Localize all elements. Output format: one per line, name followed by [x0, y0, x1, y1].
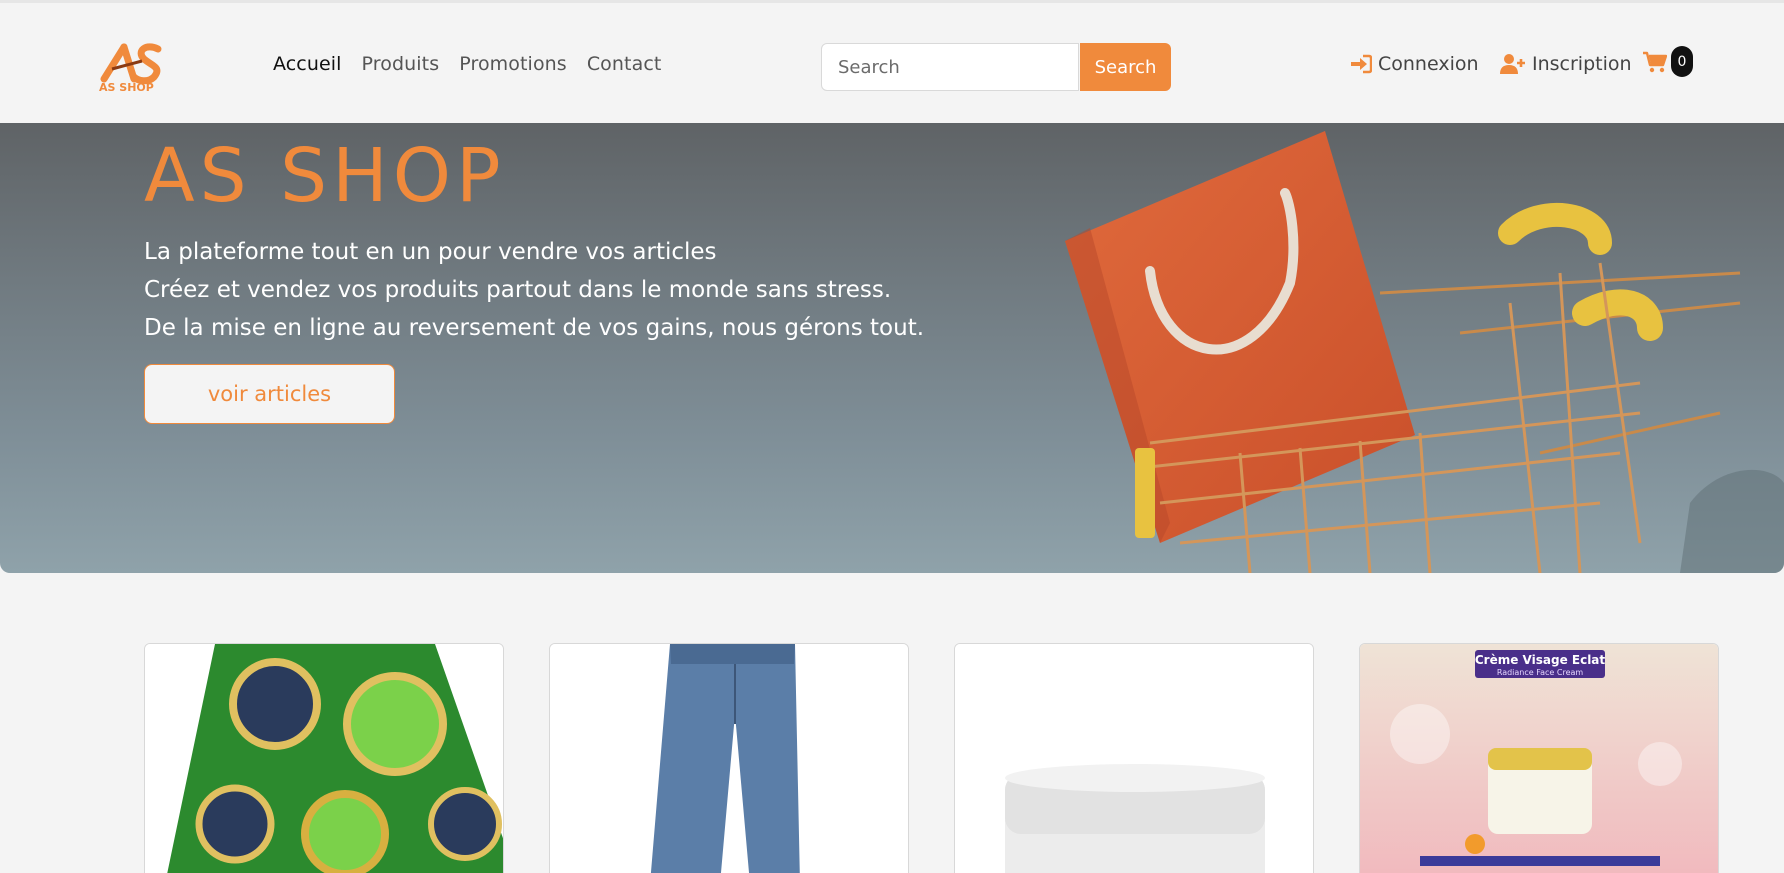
shopping-bag-cart-illustration	[1065, 131, 1784, 573]
cart-count-badge: 0	[1671, 46, 1693, 77]
cart-button[interactable]	[1643, 51, 1668, 77]
signup-label: Inscription	[1532, 53, 1632, 75]
product-image	[955, 644, 1313, 873]
search-button[interactable]: Search	[1080, 43, 1171, 91]
nav-link-promotions[interactable]: Promotions	[459, 53, 567, 75]
view-articles-button[interactable]: voir articles	[144, 364, 395, 424]
product-card-cream-jar[interactable]	[954, 643, 1314, 873]
hero-description: La plateforme tout en un pour vendre vos…	[144, 233, 924, 347]
user-plus-icon	[1500, 53, 1526, 75]
product-card-face-cream[interactable]: Crème Visage Eclat Radiance Face Cream	[1359, 643, 1719, 873]
nav-link-produits[interactable]: Produits	[362, 53, 440, 75]
hero-title: AS SHOP	[144, 133, 506, 219]
login-label: Connexion	[1378, 53, 1479, 75]
navbar: AS SHOP Accueil Produits Promotions Cont…	[0, 3, 1784, 123]
nav-link-accueil[interactable]: Accueil	[273, 53, 342, 75]
product-image: Crème Visage Eclat Radiance Face Cream	[1360, 644, 1718, 873]
product-card-wax-fabric[interactable]	[144, 643, 504, 873]
product-card-jeans[interactable]	[549, 643, 909, 873]
main-nav: Accueil Produits Promotions Contact	[273, 53, 661, 75]
hero-banner: AS SHOP La plateforme tout en un pour ve…	[0, 123, 1784, 573]
hero-line-2: Créez et vendez vos produits partout dan…	[144, 277, 892, 303]
product-image	[145, 644, 503, 873]
nav-link-contact[interactable]: Contact	[587, 53, 662, 75]
product-grid: Crème Visage Eclat Radiance Face Cream	[144, 643, 1719, 873]
product-caption-subtitle: Radiance Face Cream	[1497, 668, 1584, 677]
logo-text: AS SHOP	[99, 81, 154, 93]
product-caption-title: Crème Visage Eclat	[1475, 653, 1606, 667]
signup-link[interactable]: Inscription	[1500, 53, 1632, 75]
brand-logo[interactable]: AS SHOP	[98, 39, 174, 93]
product-image	[550, 644, 908, 873]
sign-in-icon	[1350, 54, 1372, 74]
hero-line-3: De la mise en ligne au reversement de vo…	[144, 315, 925, 341]
hero-line-1: La plateforme tout en un pour vendre vos…	[144, 239, 717, 265]
login-link[interactable]: Connexion	[1350, 53, 1479, 75]
search-input[interactable]	[821, 43, 1079, 91]
search-form: Search	[821, 43, 1171, 91]
shopping-cart-icon	[1643, 51, 1668, 77]
